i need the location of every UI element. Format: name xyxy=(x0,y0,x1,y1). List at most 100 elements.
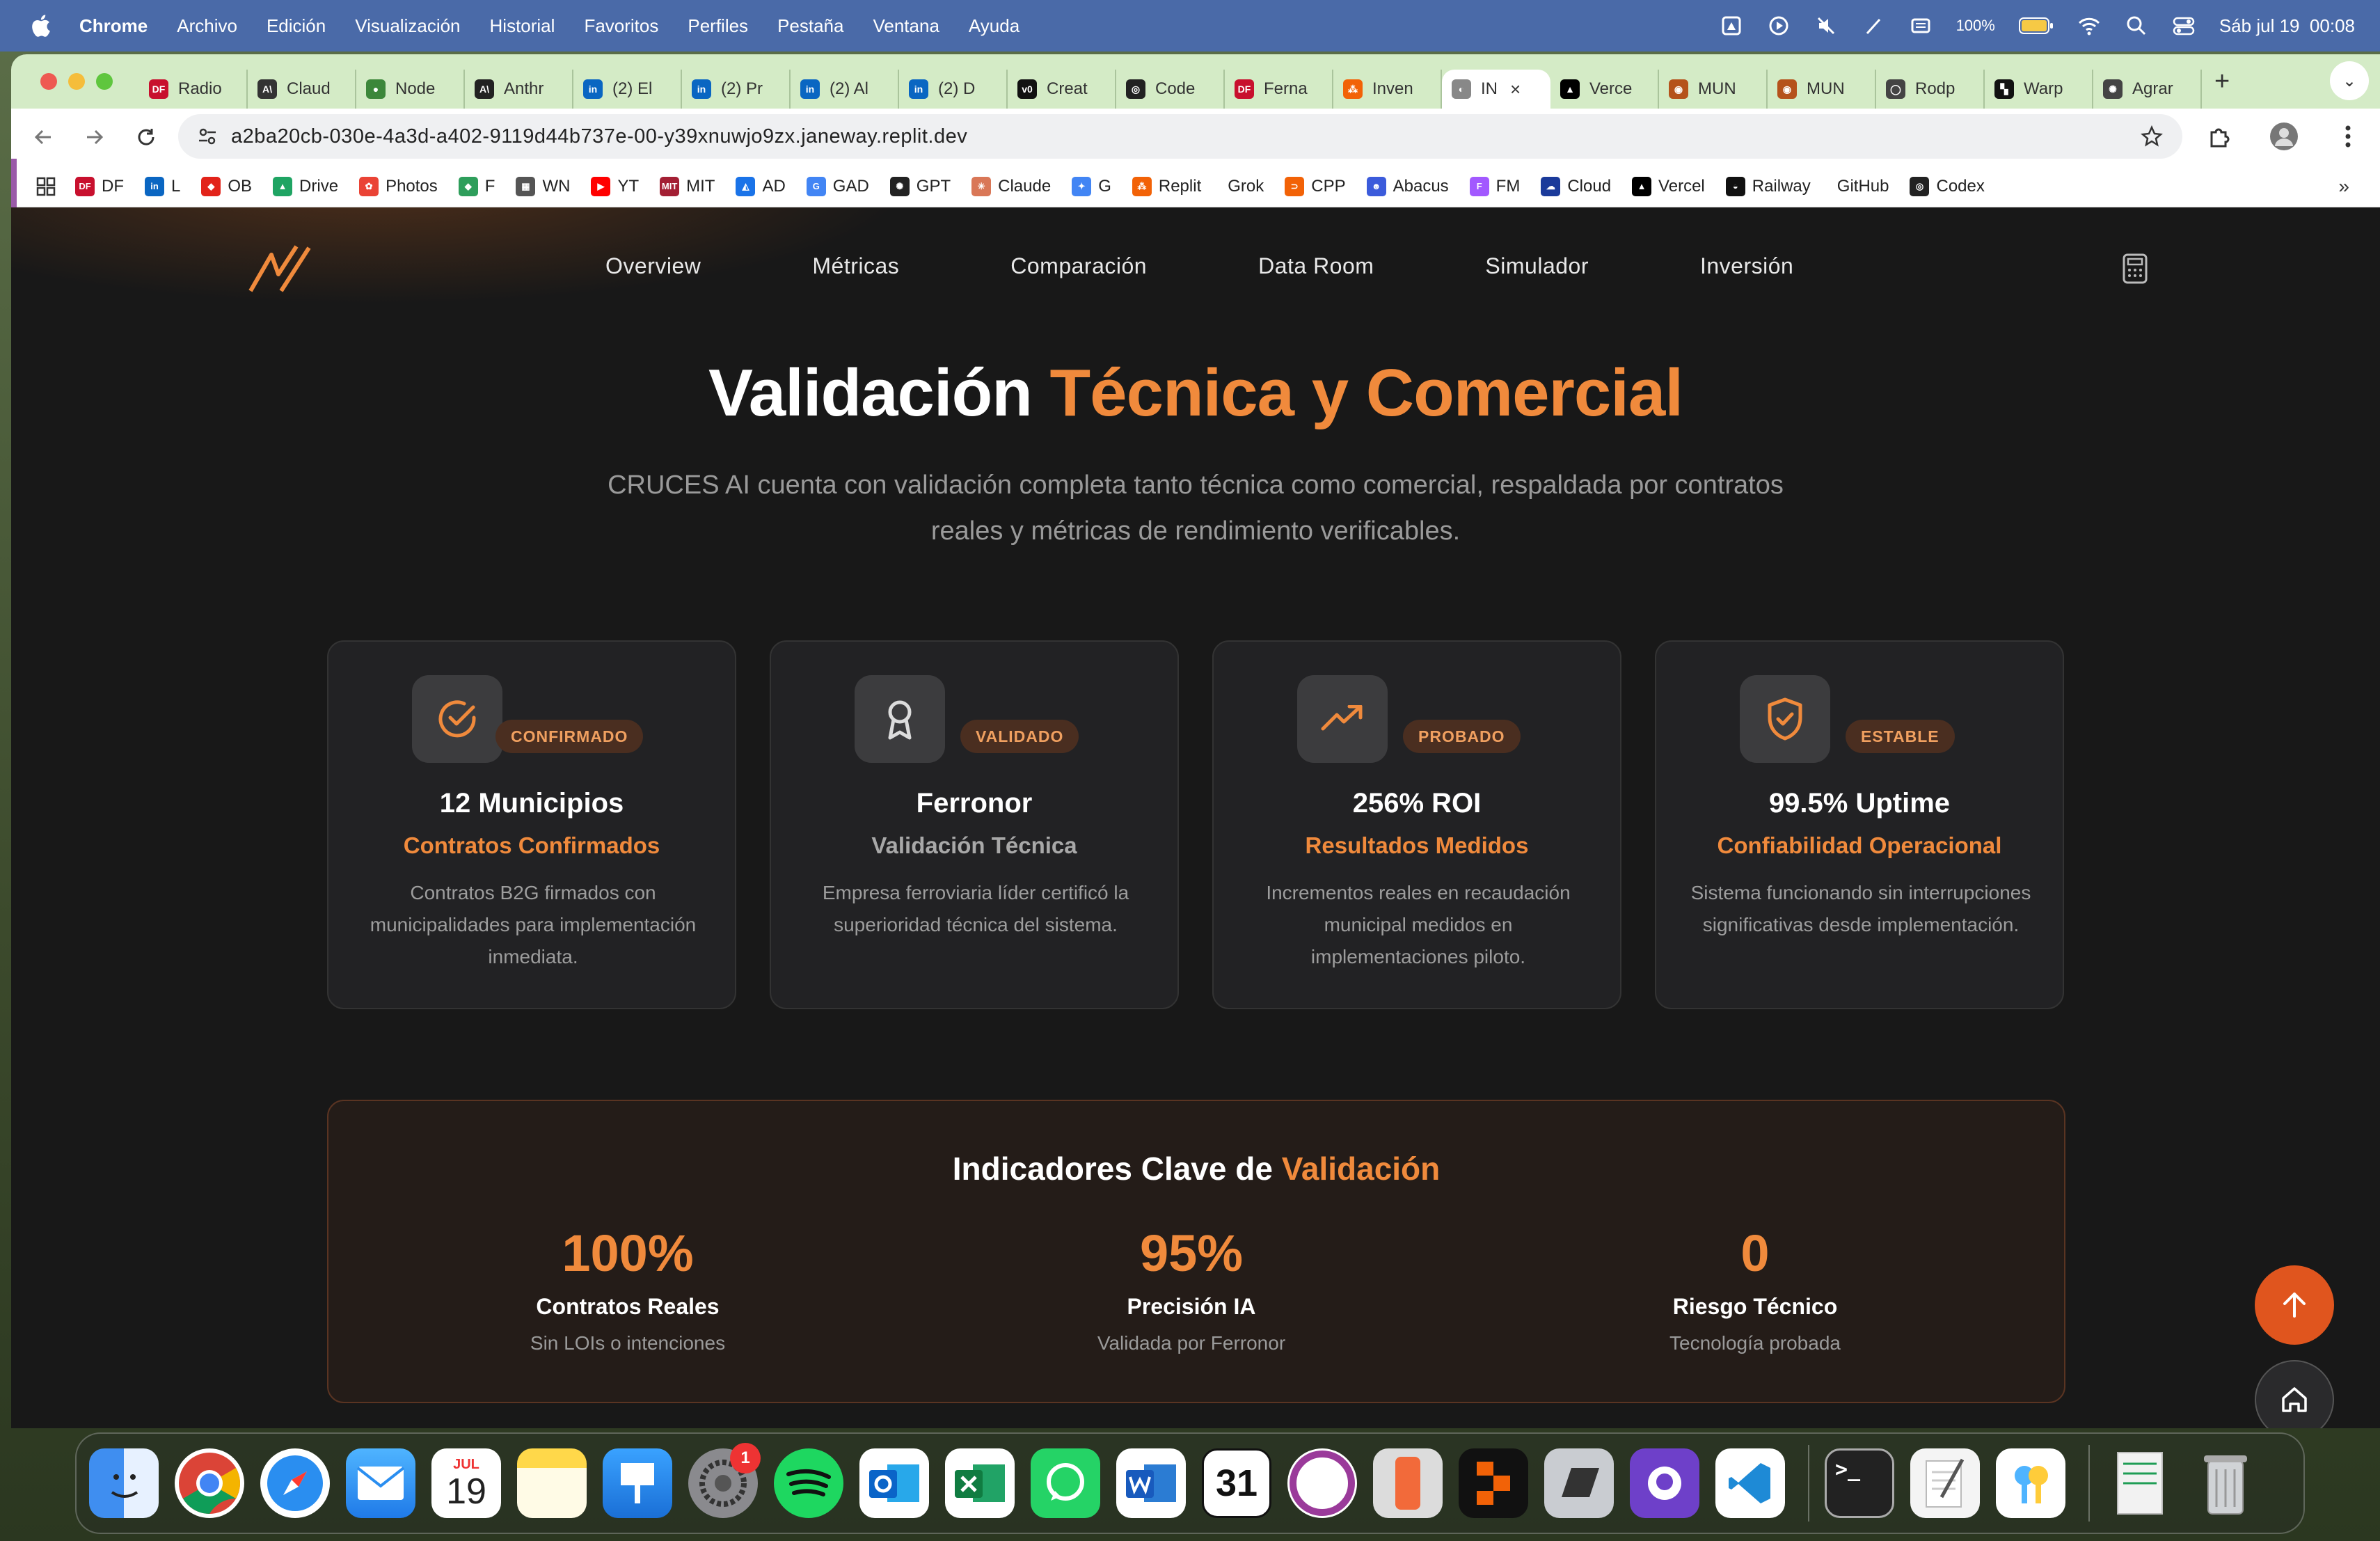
chrome-icon[interactable] xyxy=(175,1448,244,1518)
tab[interactable]: ◯ Rodp xyxy=(1876,70,1985,109)
fantastical-icon[interactable]: 31 xyxy=(1202,1448,1271,1518)
close-window-button[interactable] xyxy=(40,73,57,90)
bookmark-item[interactable]: ✿ Photos xyxy=(359,176,438,196)
apple-menu-icon[interactable] xyxy=(26,12,54,40)
tab[interactable]: DF Ferna xyxy=(1225,70,1333,109)
bookmark-item[interactable]: ☁ Cloud xyxy=(1541,176,1611,196)
home-button[interactable] xyxy=(2255,1360,2334,1428)
tab[interactable]: in (2) Al xyxy=(791,70,899,109)
site-logo-icon[interactable] xyxy=(245,241,322,297)
bookmark-item[interactable]: ⊃ CPP xyxy=(1285,176,1346,196)
tab[interactable]: in (2) El xyxy=(573,70,682,109)
tab[interactable]: ✺ Agrar xyxy=(2093,70,2202,109)
menu-ventana[interactable]: Ventana xyxy=(873,15,939,37)
whatsapp-icon[interactable] xyxy=(1031,1448,1100,1518)
chrome-menu-icon[interactable] xyxy=(2330,118,2366,155)
address-bar[interactable]: a2ba20cb-030e-4a3d-a402-9119d44b737e-00-… xyxy=(178,114,2182,159)
menu-perfiles[interactable]: Perfiles xyxy=(688,15,748,37)
tab[interactable]: A\ Anthr xyxy=(465,70,573,109)
menu-favoritos[interactable]: Favoritos xyxy=(584,15,658,37)
excel-icon[interactable] xyxy=(945,1448,1015,1518)
mute-icon[interactable] xyxy=(1814,14,1838,38)
word-icon[interactable] xyxy=(1116,1448,1186,1518)
bookmark-item[interactable]: ◆ OB xyxy=(201,176,252,196)
wifi-icon[interactable] xyxy=(2077,14,2101,38)
zoom-window-button[interactable] xyxy=(96,73,113,90)
safari-icon[interactable] xyxy=(260,1448,330,1518)
bookmark-item[interactable]: ▲ Vercel xyxy=(1632,176,1705,196)
spotlight-search-icon[interactable] xyxy=(2125,14,2148,38)
bookmark-item[interactable]: ✺ GPT xyxy=(889,176,951,196)
bookmark-item[interactable]: ✦ G xyxy=(1072,176,1111,196)
bookmark-item[interactable]: GitHub xyxy=(1837,177,1889,196)
battery-icon[interactable] xyxy=(2018,14,2054,38)
display-status-icon[interactable] xyxy=(1909,14,1933,38)
screen-recorder-icon[interactable] xyxy=(1287,1448,1357,1518)
notes-icon[interactable] xyxy=(517,1448,587,1518)
more-bookmarks-icon[interactable]: » xyxy=(2338,175,2349,198)
outlook-icon[interactable] xyxy=(859,1448,929,1518)
github-desktop-icon[interactable] xyxy=(1630,1448,1699,1518)
tab[interactable]: ⁂ Inven xyxy=(1333,70,1442,109)
close-tab-icon[interactable]: × xyxy=(1510,79,1521,100)
tab[interactable]: ◎ Code xyxy=(1116,70,1225,109)
nav-comparacion[interactable]: Comparación xyxy=(1010,253,1147,279)
calculator-icon[interactable] xyxy=(2116,249,2155,288)
tab[interactable]: A\ Claud xyxy=(248,70,356,109)
bookmark-item[interactable]: G GAD xyxy=(806,176,869,196)
system-settings-icon[interactable]: 1 xyxy=(688,1443,761,1518)
forward-button[interactable] xyxy=(78,120,111,154)
bookmark-item[interactable]: ◆ F xyxy=(458,176,495,196)
tab[interactable]: ◉ MUN xyxy=(1659,70,1768,109)
xlsx-file-icon[interactable] xyxy=(2105,1448,2175,1518)
tab[interactable]: in (2) D xyxy=(899,70,1008,109)
nav-data-room[interactable]: Data Room xyxy=(1258,253,1374,279)
tab[interactable]: v0 Creat xyxy=(1008,70,1116,109)
tab[interactable]: ◐ IN × xyxy=(1442,70,1550,109)
menu-edicion[interactable]: Edición xyxy=(267,15,326,37)
keynote-icon[interactable] xyxy=(603,1448,672,1518)
back-button[interactable] xyxy=(26,120,60,154)
pen-status-icon[interactable] xyxy=(1862,14,1885,38)
bookmark-item[interactable]: ⁂ Replit xyxy=(1132,176,1201,196)
calendar-icon[interactable]: JUL 19 xyxy=(431,1448,501,1518)
bookmark-item[interactable]: ✳ Claude xyxy=(971,176,1051,196)
terminal-icon[interactable]: >_ xyxy=(1825,1448,1894,1518)
bookmark-item[interactable]: ▶ YT xyxy=(591,176,639,196)
nav-inversion[interactable]: Inversión xyxy=(1700,253,1793,279)
menu-ayuda[interactable]: Ayuda xyxy=(969,15,1020,37)
extensions-icon[interactable] xyxy=(2202,118,2238,155)
finder-icon[interactable] xyxy=(89,1448,159,1518)
profile-avatar[interactable] xyxy=(2266,118,2302,155)
tab[interactable]: ▲ Verce xyxy=(1550,70,1659,109)
tab[interactable]: ◉ MUN xyxy=(1768,70,1876,109)
bookmark-item[interactable]: DF DF xyxy=(75,176,124,196)
replit-icon[interactable] xyxy=(1459,1448,1528,1518)
url-text[interactable]: a2ba20cb-030e-4a3d-a402-9119d44b737e-00-… xyxy=(231,125,967,148)
tab[interactable]: in (2) Pr xyxy=(682,70,791,109)
bookmark-item[interactable]: Grok xyxy=(1228,177,1264,196)
trash-icon[interactable] xyxy=(2191,1448,2260,1518)
minimize-window-button[interactable] xyxy=(68,73,85,90)
iphone-mirroring-icon[interactable] xyxy=(1373,1448,1443,1518)
apps-grid-icon[interactable] xyxy=(36,177,56,196)
nav-simulador[interactable]: Simulador xyxy=(1485,253,1589,279)
passwords-icon[interactable] xyxy=(1996,1448,2065,1518)
bookmark-item[interactable]: ▲ Drive xyxy=(273,176,338,196)
menu-app-name[interactable]: Chrome xyxy=(79,15,148,37)
bookmark-star-icon[interactable] xyxy=(2138,123,2166,150)
tab[interactable]: DF Radio xyxy=(139,70,248,109)
menu-pestana[interactable]: Pestaña xyxy=(777,15,843,37)
parallels-icon[interactable] xyxy=(1544,1448,1614,1518)
tab[interactable]: ▚ Warp xyxy=(1985,70,2093,109)
clock[interactable]: Sáb jul 19 00:08 xyxy=(2219,15,2355,37)
mail-icon[interactable] xyxy=(346,1448,415,1518)
nav-overview[interactable]: Overview xyxy=(605,253,701,279)
textedit-icon[interactable] xyxy=(1910,1448,1980,1518)
bookmark-item[interactable]: ☻ Abacus xyxy=(1366,176,1449,196)
bookmark-item[interactable]: in L xyxy=(145,176,180,196)
bookmark-item[interactable]: MIT MIT xyxy=(660,176,715,196)
control-center-icon[interactable] xyxy=(2172,14,2196,38)
new-tab-button[interactable]: + xyxy=(2214,67,2230,97)
bookmark-item[interactable]: ◒ Railway xyxy=(1725,176,1811,196)
